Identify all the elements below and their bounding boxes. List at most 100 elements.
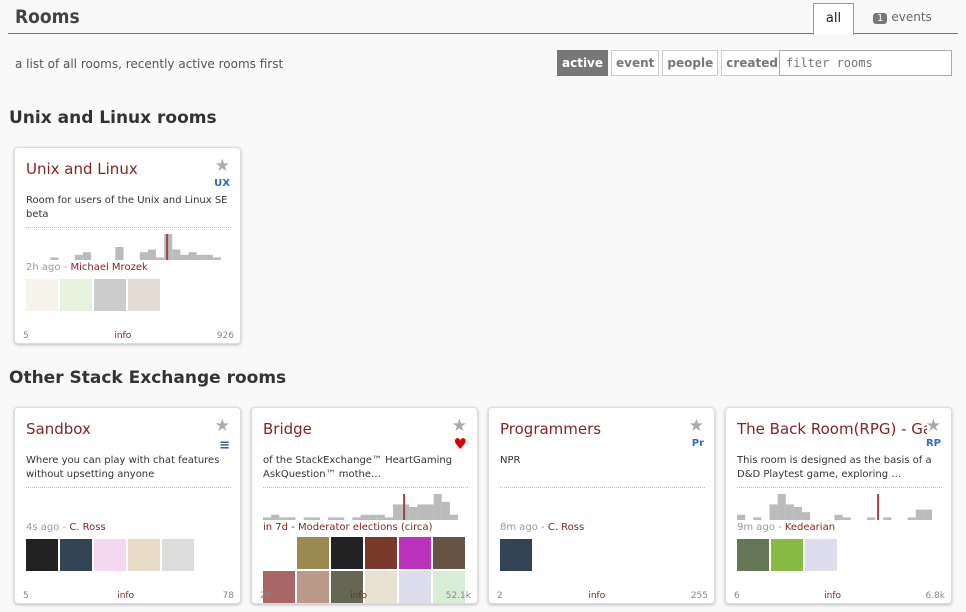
last-activity-time: 8m ago - [500,522,548,533]
room-card[interactable]: Sandbox ★ ≡ Where you can play with chat fe… [14,407,241,604]
activity-bar [769,504,778,520]
star-icon[interactable]: ★ [926,416,941,436]
room-card[interactable]: Programmers ★ Pr NPR 8m ago - C. Ross 2 info 25… [488,407,715,604]
activity-bar [449,514,458,520]
activity-bar [785,504,794,520]
activity-bar [303,517,312,520]
sort-people[interactable]: people [662,50,719,76]
info-link[interactable]: info [114,331,131,341]
avatar[interactable] [433,537,465,569]
activity-sparkline [263,494,458,520]
avatar[interactable] [500,539,532,571]
last-user[interactable]: C. Ross [548,522,584,533]
star-icon[interactable]: ★ [689,416,704,436]
room-card[interactable]: The Back Room(RPG) - Gaming★ RP This room … [725,407,952,604]
activity-bar [156,257,165,260]
activity-bar [409,507,418,520]
avatar[interactable] [26,539,58,571]
section-heading: Other Stack Exchange rooms [9,368,287,388]
activity-bar [433,494,442,520]
activity-bar [923,509,932,520]
avatar[interactable] [297,537,329,569]
message-count: 926 [216,331,234,341]
activity-bar [401,504,410,520]
header: Rooms all 1 events [8,0,958,35]
avatar[interactable] [94,279,126,311]
message-count: 6.8k [925,591,945,601]
activity-bar [883,517,892,520]
user-avatars [737,539,947,571]
sort-event[interactable]: event [611,50,660,76]
avatar[interactable] [128,279,160,311]
activity-bar [139,252,148,260]
activity-bar [352,517,361,520]
activity-sparkline [737,494,932,520]
activity-sparkline [500,492,695,520]
avatar[interactable] [162,539,194,571]
room-description: NPR [500,454,705,488]
tab-all[interactable]: all [813,3,854,35]
avatar[interactable] [737,539,769,571]
avatar[interactable] [365,537,397,569]
room-name[interactable]: Bridge [263,420,453,438]
last-activity: in 7d - Moderator elections (circa) [263,522,433,533]
activity-bar [368,514,377,520]
tab-events[interactable]: 1 events [873,10,932,24]
last-user[interactable]: Michael Mrozek [70,262,147,273]
user-avatars [500,539,710,571]
activity-bar [360,514,369,520]
star-icon[interactable]: ★ [452,416,467,436]
last-user[interactable]: C. Ross [69,522,105,533]
room-description: Where you can play with chat features wi… [26,454,231,488]
message-count: 78 [222,591,234,601]
sort-created[interactable]: created [721,50,783,76]
avatar[interactable] [60,279,92,311]
events-count-badge: 1 [873,13,888,24]
avatar[interactable] [771,539,803,571]
avatar[interactable] [60,539,92,571]
activity-bar [50,257,59,260]
avatar[interactable] [805,539,837,571]
now-marker [166,234,169,260]
star-icon[interactable]: ★ [215,416,230,436]
last-activity: 4s ago - C. Ross [26,522,106,533]
user-count: 5 [23,591,29,601]
room-name[interactable]: Unix and Linux [26,160,216,178]
page-subtitle: a list of all rooms, recently active roo… [15,57,284,71]
info-link[interactable]: info [117,591,134,601]
avatar[interactable] [128,539,160,571]
site-icon: Pr [691,438,704,449]
activity-bar [867,517,876,520]
last-user[interactable]: in 7d - Moderator elections (circa) [263,522,433,533]
room-name[interactable]: Sandbox [26,420,216,438]
avatar[interactable] [331,537,363,569]
info-link[interactable]: info [824,591,841,601]
last-user[interactable]: Kedearian [785,522,835,533]
activity-bar [279,517,288,520]
last-activity: 2h ago - Michael Mrozek [26,262,148,273]
star-icon[interactable]: ★ [215,156,230,176]
avatar[interactable] [399,537,431,569]
avatar[interactable] [94,539,126,571]
info-link[interactable]: info [588,591,605,601]
filter-rooms-input[interactable] [779,50,952,76]
avatar[interactable] [263,537,295,569]
activity-bar [172,249,181,260]
activity-bar [328,517,337,520]
room-card[interactable]: Bridge ★ ♥ of the StackExchange™ HeartGamin… [251,407,478,604]
user-avatars [26,279,236,311]
activity-bar [753,517,762,520]
activity-bar [204,254,213,260]
avatar[interactable] [26,279,58,311]
info-link[interactable]: info [350,591,367,601]
activity-bar [164,234,173,260]
last-activity-time: 2h ago - [26,262,71,273]
sort-active[interactable]: active [557,50,609,76]
room-card[interactable]: Unix and Linux ★ UX Room for users of the U… [14,147,241,344]
user-count: 6 [734,591,740,601]
activity-bar [287,517,296,520]
room-name[interactable]: Programmers [500,420,690,438]
activity-bar [393,504,402,520]
room-name[interactable]: The Back Room(RPG) - Gaming [737,420,927,438]
site-icon: UX [214,178,230,189]
